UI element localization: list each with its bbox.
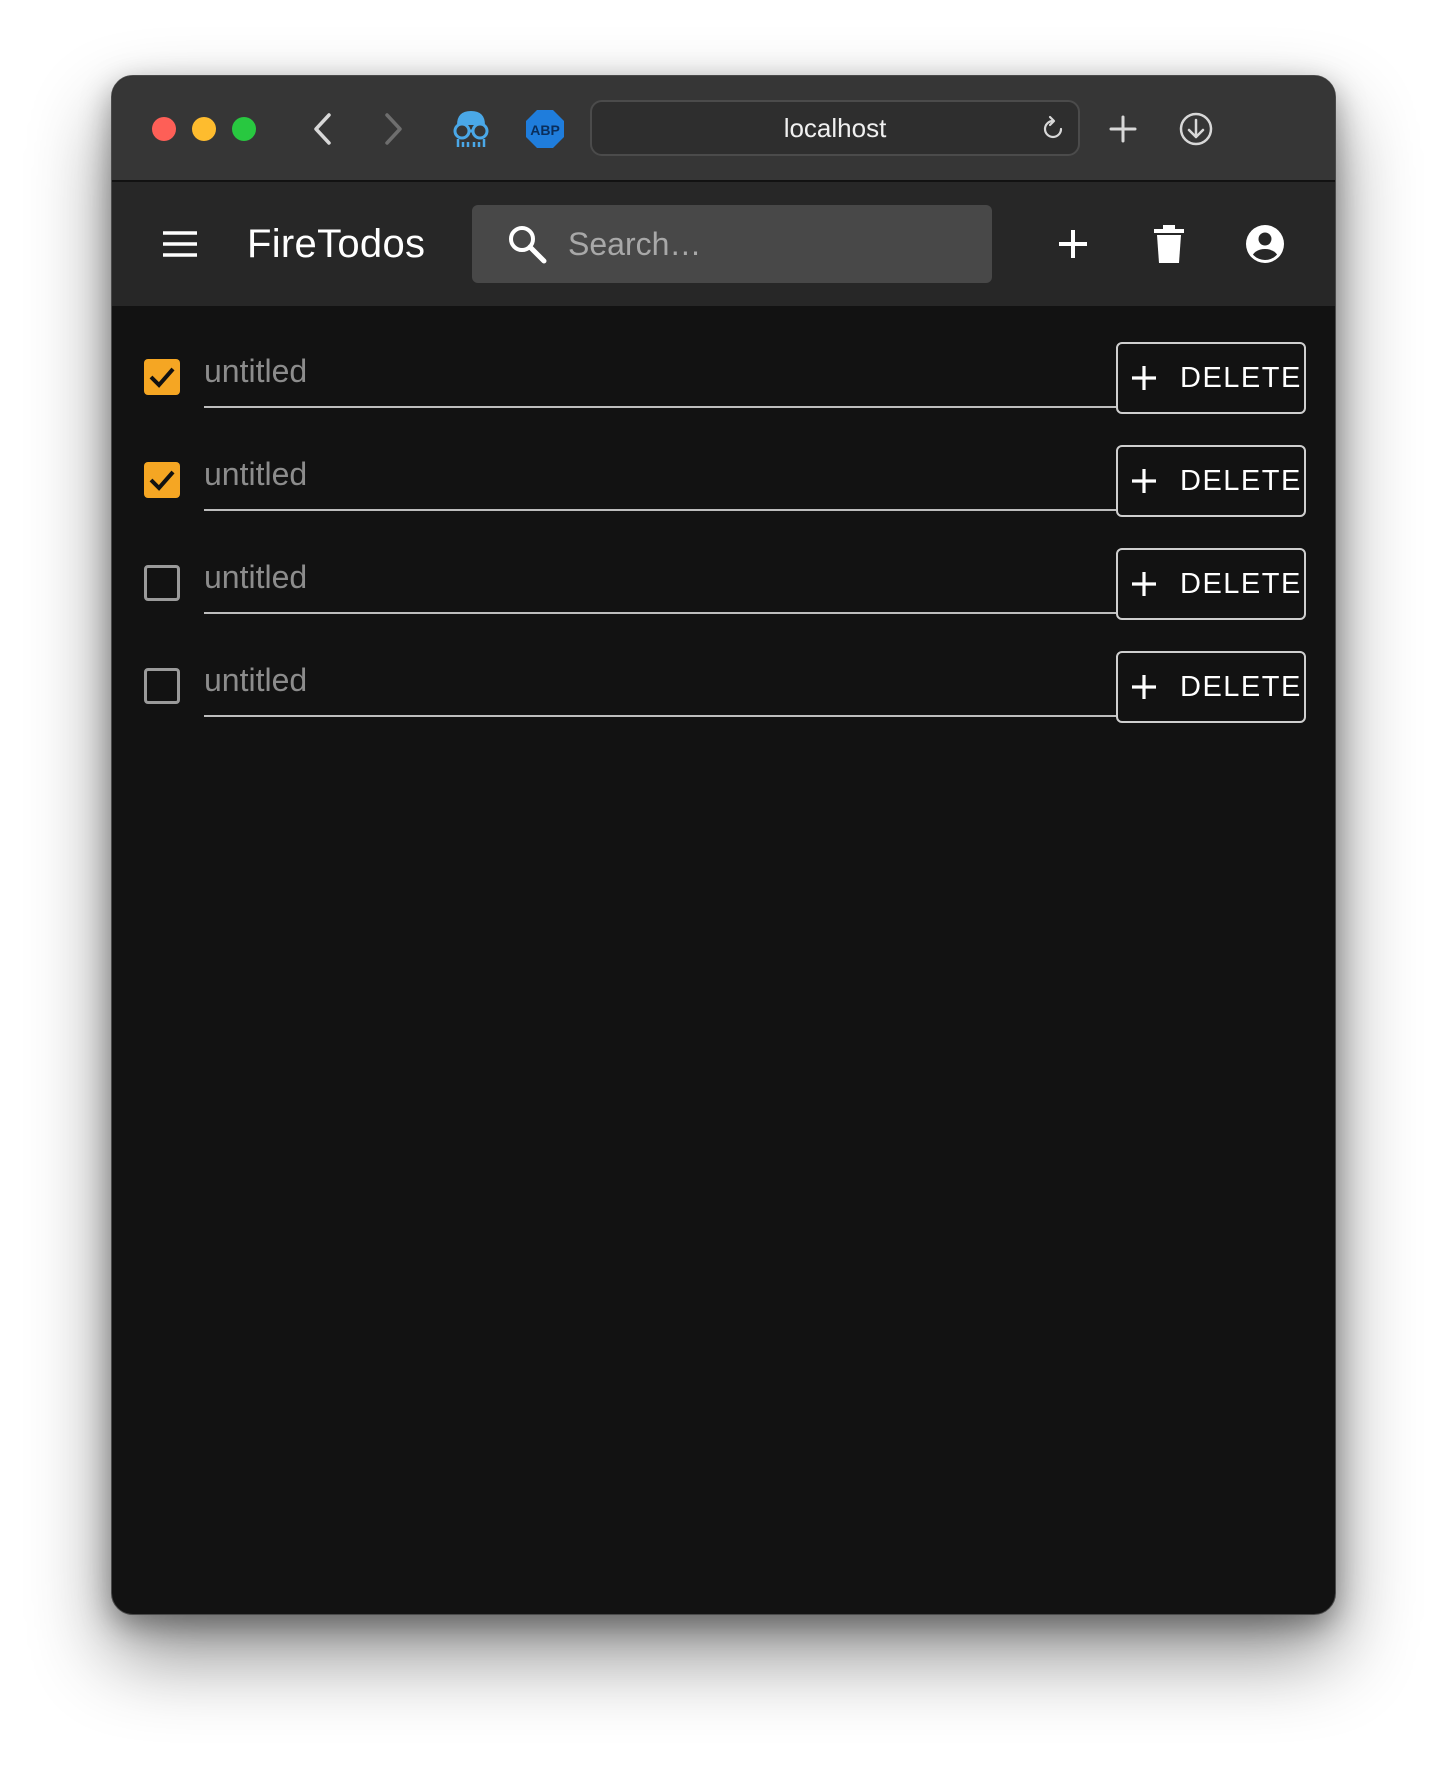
search-icon: [509, 226, 547, 264]
minimize-window-button[interactable]: [192, 117, 216, 141]
todo-title-field: [204, 649, 1116, 717]
delete-todo-button[interactable]: DELETE: [1116, 445, 1306, 517]
address-text: localhost: [783, 112, 887, 143]
app-title: FireTodos: [247, 222, 426, 266]
add-todo-button[interactable]: [1049, 220, 1097, 268]
abp-label: ABP: [530, 122, 560, 138]
app-bar: FireTodos: [112, 182, 1335, 306]
delete-button-label: DELETE: [1180, 567, 1302, 600]
browser-toolbar: ABP localhost: [112, 76, 1335, 181]
download-icon: [1179, 112, 1213, 146]
new-tab-button[interactable]: [1098, 104, 1148, 154]
todo-checkbox[interactable]: [144, 668, 180, 704]
browser-window: ABP localhost FireTodos Search… untitled…: [111, 75, 1336, 1615]
todo-title-field: [204, 443, 1116, 511]
todo-checkbox[interactable]: [144, 462, 180, 498]
todo-title-field: [204, 546, 1116, 614]
todo-item: DELETE: [112, 429, 1335, 519]
back-button[interactable]: [298, 104, 348, 154]
todo-title-field: [204, 340, 1116, 408]
todo-checkbox[interactable]: [144, 359, 180, 395]
forward-button[interactable]: [368, 104, 418, 154]
search-box[interactable]: [472, 205, 992, 283]
plus-icon: [1132, 366, 1156, 390]
trash-icon: [1154, 225, 1184, 263]
delete-completed-button[interactable]: [1145, 220, 1193, 268]
adblock-plus-icon: ABP: [526, 110, 564, 148]
delete-todo-button[interactable]: DELETE: [1116, 651, 1306, 723]
plus-icon: [1109, 115, 1137, 143]
todo-title-input[interactable]: [204, 546, 1116, 612]
reload-icon[interactable]: [1038, 114, 1068, 144]
delete-button-label: DELETE: [1180, 464, 1302, 497]
glasses-extension-icon: [453, 111, 489, 147]
zoom-window-button[interactable]: [232, 117, 256, 141]
todo-title-input[interactable]: [204, 649, 1116, 715]
search-input[interactable]: [568, 205, 968, 283]
plus-icon: [1132, 469, 1156, 493]
checkmark-icon: [149, 470, 175, 491]
todo-title-input[interactable]: [204, 340, 1116, 406]
todo-item: DELETE: [112, 326, 1335, 416]
delete-todo-button[interactable]: DELETE: [1116, 548, 1306, 620]
checkmark-icon: [149, 367, 175, 388]
adblock-plus-button[interactable]: ABP: [520, 104, 570, 154]
account-circle-icon: [1246, 225, 1284, 263]
plus-icon: [1132, 572, 1156, 596]
plus-icon: [1059, 230, 1087, 258]
menu-button[interactable]: [160, 224, 200, 264]
account-button[interactable]: [1241, 220, 1289, 268]
address-bar[interactable]: localhost: [590, 100, 1080, 156]
chevron-right-icon: [385, 113, 402, 145]
downloads-button[interactable]: [1171, 104, 1221, 154]
todo-checkbox[interactable]: [144, 565, 180, 601]
delete-button-label: DELETE: [1180, 361, 1302, 394]
todo-title-input[interactable]: [204, 443, 1116, 509]
chevron-left-icon: [314, 113, 331, 145]
delete-button-label: DELETE: [1180, 670, 1302, 703]
glasses-extension-button[interactable]: [446, 104, 496, 154]
close-window-button[interactable]: [152, 117, 176, 141]
plus-icon: [1132, 675, 1156, 699]
todo-item: DELETE: [112, 532, 1335, 622]
todo-item: DELETE: [112, 635, 1335, 725]
delete-todo-button[interactable]: DELETE: [1116, 342, 1306, 414]
hamburger-menu-icon: [163, 231, 197, 257]
